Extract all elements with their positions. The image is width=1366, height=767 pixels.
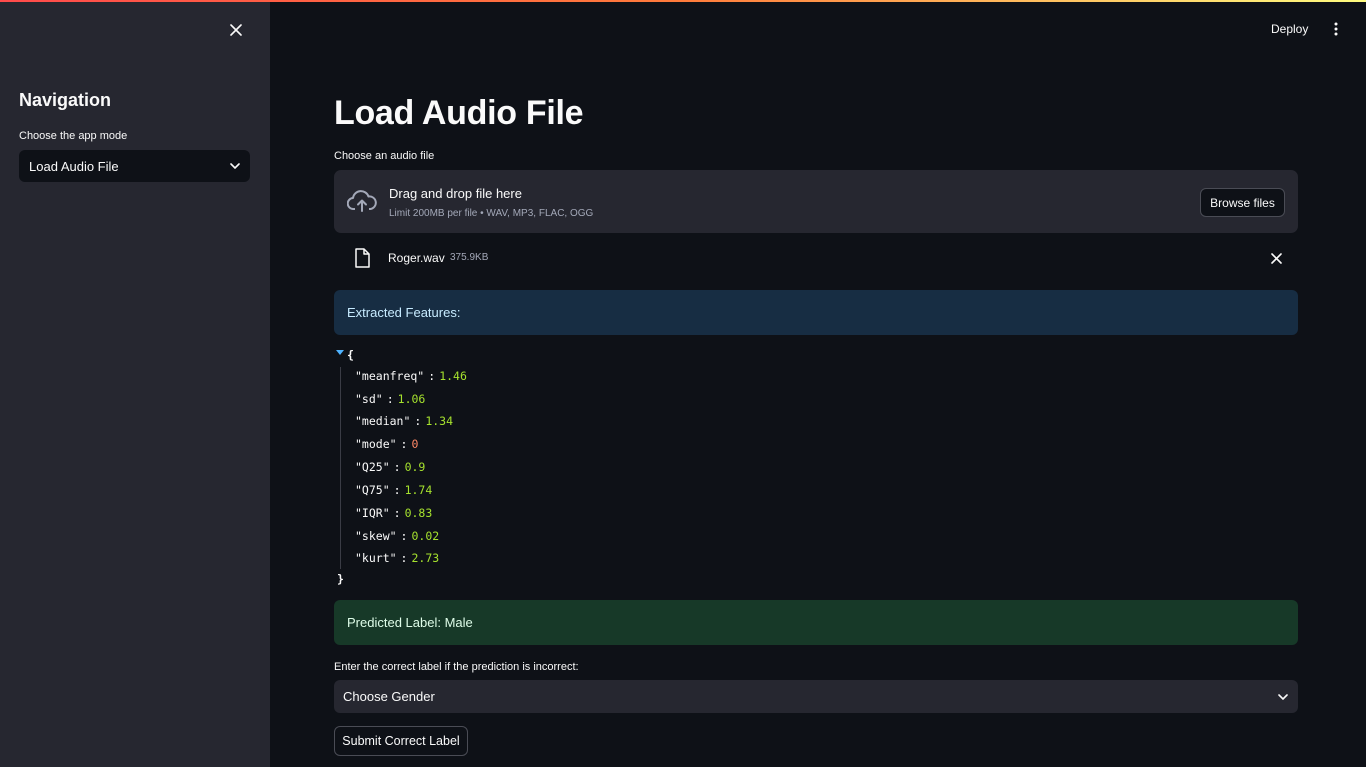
uploaded-file-row: Roger.wav 375.9KB [334,242,1298,274]
json-value: 1.06 [397,392,426,406]
json-value: 1.34 [425,414,454,428]
info-alert-text: Extracted Features: [347,305,461,320]
json-feature-row: "Q75":1.74 [355,481,432,499]
json-key: "skew" [355,529,397,543]
json-colon: : [400,529,408,543]
json-key: "median" [355,414,411,428]
json-colon: : [414,414,422,428]
deploy-button[interactable]: Deploy [1271,20,1308,38]
json-colon: : [400,551,408,565]
success-alert: Predicted Label: Male [334,600,1298,645]
chevron-down-icon [1278,693,1288,700]
file-icon [355,248,370,268]
json-feature-row: "IQR":0.83 [355,504,432,522]
info-alert: Extracted Features: [334,290,1298,335]
json-key: "Q25" [355,460,390,474]
json-value: 0.83 [404,506,433,520]
json-value: 0.02 [411,529,440,543]
sidebar: Navigation Choose the app mode Load Audi… [0,0,270,767]
json-feature-row: "skew":0.02 [355,527,439,545]
dropzone-limit-text: Limit 200MB per file • WAV, MP3, FLAC, O… [389,208,594,219]
top-decoration-bar [0,0,1366,2]
prediction-text: Predicted Label: Male [347,615,473,630]
app-mode-selected-value: Load Audio File [29,158,119,174]
json-feature-row: "sd":1.06 [355,390,425,408]
json-key: "kurt" [355,551,397,565]
json-key: "IQR" [355,506,390,520]
json-key: "mode" [355,437,397,451]
json-value: 0.9 [404,460,426,474]
json-value: 1.46 [439,369,467,383]
uploader-label: Choose an audio file [334,150,435,162]
dropzone-title: Drag and drop file here [389,186,522,201]
json-key: "Q75" [355,483,390,497]
json-viewer: { "meanfreq":1.46 "sd":1.06 "median":1.34 "… [334,345,834,590]
json-value: 1.74 [404,483,433,497]
json-feature-row: "Q25":0.9 [355,458,425,476]
json-colon: : [393,460,401,474]
app-mode-label: Choose the app mode [19,130,128,142]
json-colon: : [393,483,401,497]
close-sidebar-button[interactable] [226,20,246,40]
json-value: 2.73 [411,551,440,565]
json-colon: : [428,369,436,383]
vertical-ellipsis-icon [1334,22,1338,36]
json-open-brace: { [347,348,354,362]
file-dropzone[interactable]: Drag and drop file here Limit 200MB per … [334,170,1298,233]
json-close-brace: } [337,572,344,586]
json-key: "meanfreq" [355,369,425,383]
json-feature-row: "mode":0 [355,435,418,453]
close-icon [1270,252,1282,264]
json-indent-rule [340,367,341,569]
json-value: 0 [411,437,419,451]
remove-file-button[interactable] [1268,250,1284,266]
correct-label-prompt: Enter the correct label if the predictio… [334,661,579,673]
page-title: Load Audio File [334,94,584,132]
gender-select[interactable]: Choose Gender [334,680,1298,713]
json-colon: : [400,437,408,451]
app-mode-select[interactable]: Load Audio File [19,150,250,182]
json-feature-row: "kurt":2.73 [355,549,439,567]
json-colon: : [393,506,401,520]
main-menu-button[interactable] [1326,18,1346,40]
chevron-down-icon [230,163,240,169]
json-key: "sd" [355,392,383,406]
cloud-upload-icon [347,190,377,212]
json-feature-row: "median":1.34 [355,412,453,430]
file-name: Roger.wav [388,251,445,265]
collapse-toggle-icon[interactable] [336,350,344,355]
submit-correct-label-button[interactable]: Submit Correct Label [334,726,468,756]
json-feature-row: "meanfreq":1.46 [355,367,467,385]
gender-select-placeholder: Choose Gender [343,689,435,704]
file-size: 375.9KB [450,252,489,263]
sidebar-heading: Navigation [19,90,112,110]
close-icon [230,24,242,36]
browse-files-button[interactable]: Browse files [1200,188,1285,217]
json-colon: : [386,392,394,406]
